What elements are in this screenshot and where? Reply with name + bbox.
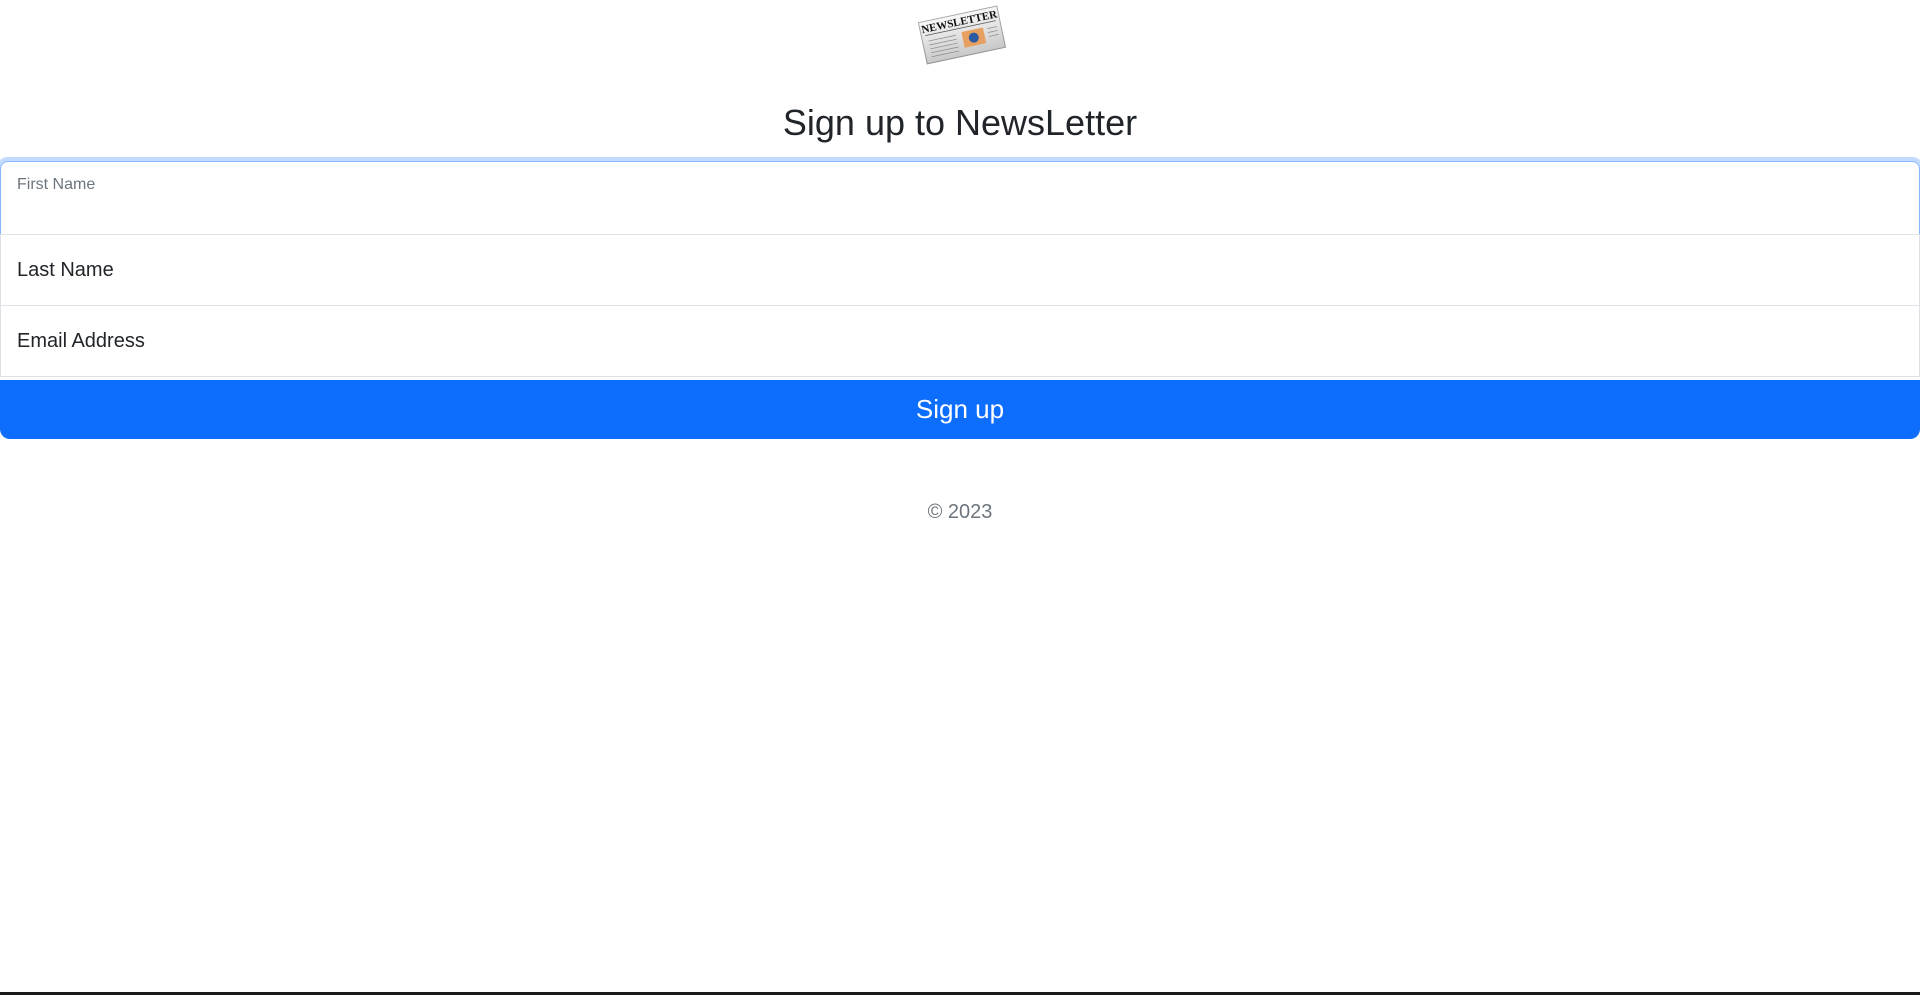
- first-name-input[interactable]: [1, 162, 1919, 234]
- last-name-field[interactable]: Last Name: [0, 234, 1920, 306]
- signup-form: First Name Last Name Email Address: [0, 161, 1920, 377]
- last-name-input[interactable]: [1, 235, 1919, 305]
- sign-up-button[interactable]: Sign up: [0, 380, 1920, 439]
- newspaper-logo: NEWSLETTER: [917, 5, 1007, 65]
- first-name-field[interactable]: First Name: [0, 161, 1920, 235]
- email-field[interactable]: Email Address: [0, 305, 1920, 377]
- email-input[interactable]: [1, 306, 1919, 376]
- copyright-text: © 2023: [927, 501, 993, 523]
- page-title: Sign up to NewsLetter: [782, 102, 1138, 143]
- signup-page: NEWSLETTER Sign up to NewsLetter First N…: [0, 0, 1920, 995]
